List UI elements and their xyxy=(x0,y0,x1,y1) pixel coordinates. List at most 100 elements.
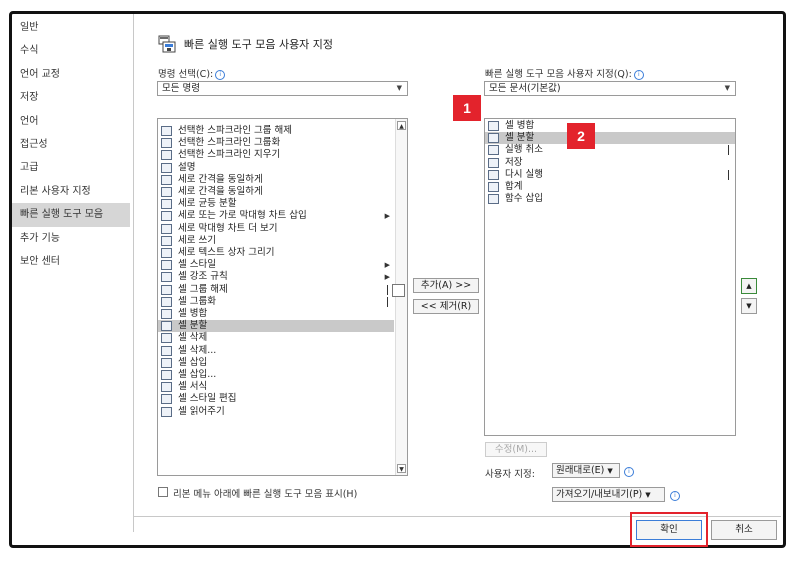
list-item[interactable]: 셀 읽어주기 xyxy=(158,406,394,418)
list-item[interactable]: 셀 삽입 xyxy=(158,357,394,369)
list-item[interactable]: 셀 삽입... xyxy=(158,369,394,381)
annotation-highlight-ok xyxy=(630,512,708,547)
command-icon xyxy=(488,182,499,192)
list-item[interactable]: 선택한 스파크라인 그룹 해제 xyxy=(158,125,394,137)
list-scroll-thumb[interactable] xyxy=(392,284,405,297)
list-item-label: 셀 삽입 xyxy=(178,356,208,368)
nav-item[interactable]: 언어 xyxy=(12,110,130,133)
commands-scrollbar[interactable]: ▲ ▼ xyxy=(395,119,407,475)
command-icon xyxy=(161,199,172,210)
info-icon[interactable]: i xyxy=(215,69,226,80)
info-icon[interactable]: i xyxy=(633,69,644,80)
nav-item[interactable]: 수식 xyxy=(12,39,130,62)
list-item-label: 셀 그룹 해제 xyxy=(178,283,228,295)
list-item[interactable]: 합계 xyxy=(485,181,735,193)
list-item-label: 셀 병합 xyxy=(505,120,535,131)
split-separator-icon xyxy=(387,284,388,295)
command-icon xyxy=(161,309,172,319)
list-item[interactable]: 세로 균등 분할 xyxy=(158,198,394,210)
list-item[interactable]: 다시 실행 xyxy=(485,169,735,181)
move-up-button[interactable]: ▲ xyxy=(741,278,757,294)
nav-item[interactable]: 리본 사용자 지정 xyxy=(12,180,130,203)
nav-item[interactable]: 일반 xyxy=(12,16,130,39)
command-icon xyxy=(488,133,499,144)
list-item-label: 셀 분할 xyxy=(178,320,208,332)
modify-button[interactable]: 수정(M)... xyxy=(485,442,547,457)
list-item-label: 선택한 스파크라인 지우기 xyxy=(178,149,281,161)
remove-button[interactable]: << 제거(R) xyxy=(413,299,479,314)
list-item[interactable]: 셀 삭제... xyxy=(158,345,394,357)
reset-dropdown[interactable]: 원래대로(E) ▼ xyxy=(552,463,620,478)
list-item-label: 셀 서식 xyxy=(178,381,208,393)
add-button[interactable]: 추가(A) >> xyxy=(413,278,479,293)
options-nav: 일반 수식 언어 교정 저장 언어 접근성 고급 리본 사용자 지정 빠른 실행 도구 모음 추가… xyxy=(12,16,130,273)
list-item[interactable]: 셀 그룹화 xyxy=(158,296,394,308)
list-item[interactable]: 세로 간격을 동일하게 xyxy=(158,174,394,186)
command-icon xyxy=(161,394,172,405)
scroll-down-icon[interactable]: ▼ xyxy=(397,464,406,473)
list-item[interactable]: 셀 그룹 해제 xyxy=(158,284,394,296)
nav-item[interactable]: 언어 교정 xyxy=(12,63,130,86)
list-item-label: 셀 읽어주기 xyxy=(178,405,225,417)
list-item[interactable]: 셀 삭제 xyxy=(158,332,394,344)
show-below-ribbon-checkbox[interactable] xyxy=(158,487,168,497)
list-item[interactable]: 설명 xyxy=(158,162,394,174)
submenu-arrow-icon: ▶ xyxy=(384,261,390,270)
list-item[interactable]: 저장 xyxy=(485,157,735,169)
list-item[interactable]: 셀 서식 xyxy=(158,381,394,393)
command-icon xyxy=(488,121,499,131)
list-item[interactable]: 세로 텍스트 상자 그리기 xyxy=(158,247,394,259)
commands-listbox[interactable]: ▲ ▼ 선택한 스파크라인 그룹 해제 선택한 스파크라인 그룹화 선택한 스파크라… xyxy=(157,118,408,476)
command-icon xyxy=(161,235,172,246)
list-item[interactable]: 셀 병합 xyxy=(158,308,394,320)
list-item[interactable]: 셀 스타일 ▶ xyxy=(158,259,394,271)
section-header: 빠른 실행 도구 모음 사용자 지정 xyxy=(158,33,333,55)
move-down-button[interactable]: ▼ xyxy=(741,298,757,314)
command-icon xyxy=(161,248,172,258)
list-item-label: 설명 xyxy=(178,161,196,173)
list-item[interactable]: 선택한 스파크라인 그룹화 xyxy=(158,137,394,149)
list-item[interactable]: 세로 간격을 동일하게 xyxy=(158,186,394,198)
annotation-badge-2: 2 xyxy=(567,123,595,149)
cancel-button[interactable]: 취소 xyxy=(711,520,777,540)
import-export-dropdown[interactable]: 가져오기/내보내기(P) ▼ xyxy=(552,487,665,502)
list-item-label: 함수 삽입 xyxy=(505,193,543,205)
nav-item[interactable]: 고급 xyxy=(12,156,130,179)
list-item[interactable]: 셀 강조 규칙 ▶ xyxy=(158,271,394,283)
qat-listbox[interactable]: 셀 병합 셀 분할 실행 취소 저장 다시 실행 합계 함수 삽입 xyxy=(484,118,736,436)
list-item-label: 선택한 스파크라인 그룹 해제 xyxy=(178,125,292,136)
customize-qat-dropdown[interactable]: 모든 문서(기본값) ▼ xyxy=(484,81,736,96)
list-item-label: 저장 xyxy=(505,156,523,168)
list-item[interactable]: 셀 병합 xyxy=(485,120,735,132)
list-item-label: 선택한 스파크라인 그룹화 xyxy=(178,137,281,149)
nav-item[interactable]: 저장 xyxy=(12,86,130,109)
chevron-down-icon: ▼ xyxy=(396,84,402,92)
list-item-label: 세로 막대형 차트 더 보기 xyxy=(178,222,278,234)
list-item[interactable]: 함수 삽입 xyxy=(485,193,735,205)
list-item-label: 셀 삭제 xyxy=(178,332,208,344)
info-icon[interactable]: i xyxy=(624,467,634,477)
list-item[interactable]: 세로 또는 가로 막대형 차트 삽입 ▶ xyxy=(158,210,394,222)
list-item[interactable]: 셀 분할 xyxy=(158,320,394,333)
list-item[interactable]: 세로 쓰기 xyxy=(158,235,394,247)
nav-item[interactable]: 보안 센터 xyxy=(12,250,130,273)
command-icon xyxy=(488,157,499,168)
list-item-label: 세로 또는 가로 막대형 차트 삽입 xyxy=(178,210,307,222)
list-item[interactable]: 세로 막대형 차트 더 보기 xyxy=(158,223,394,235)
nav-item[interactable]: 빠른 실행 도구 모음 xyxy=(12,203,130,227)
list-item[interactable]: 셀 스타일 편집 xyxy=(158,393,394,405)
command-icon xyxy=(161,406,172,417)
list-item-label: 합계 xyxy=(505,181,523,192)
command-icon xyxy=(161,382,172,393)
list-item[interactable]: 셀 분할 xyxy=(485,132,735,145)
nav-item[interactable]: 접근성 xyxy=(12,133,130,156)
nav-item[interactable]: 추가 기능 xyxy=(12,227,130,250)
info-icon[interactable]: i xyxy=(670,491,680,501)
list-item-label: 셀 스타일 xyxy=(178,259,216,271)
scroll-up-icon[interactable]: ▲ xyxy=(397,121,406,130)
list-item-label: 셀 병합 xyxy=(178,308,208,319)
choose-commands-dropdown[interactable]: 모든 명령 ▼ xyxy=(157,81,408,96)
list-item-label: 다시 실행 xyxy=(505,168,543,180)
list-item[interactable]: 선택한 스파크라인 지우기 xyxy=(158,149,394,161)
list-item[interactable]: 실행 취소 xyxy=(485,144,735,156)
